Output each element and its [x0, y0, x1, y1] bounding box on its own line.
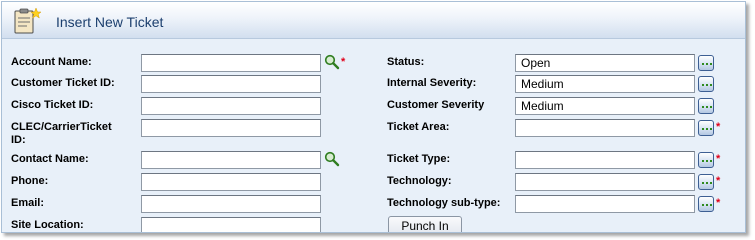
ticket-type-required-marker: *	[716, 153, 721, 165]
panel-title: Insert New Ticket	[56, 14, 164, 30]
ticket-area-label: Ticket Area:	[387, 121, 450, 133]
technology-label: Technology:	[387, 175, 452, 187]
customer-ticket-id-label: Customer Ticket ID:	[11, 77, 115, 89]
ticket-area-required-marker: *	[716, 121, 721, 133]
clipboard-new-icon	[14, 7, 41, 34]
internal-severity-picker-button[interactable]	[698, 76, 714, 92]
customer-severity-picker-button[interactable]	[698, 98, 714, 114]
clec-ticket-id-label-line2: ID:	[11, 134, 26, 146]
contact-name-label: Contact Name:	[11, 153, 89, 165]
technology-subtype-required-marker: *	[716, 197, 721, 209]
site-location-label: Site Location:	[11, 219, 84, 231]
contact-name-input[interactable]	[141, 151, 321, 169]
customer-severity-label: Customer Severity	[387, 99, 485, 111]
phone-label: Phone:	[11, 175, 49, 187]
ticket-area-picker-button[interactable]	[698, 120, 714, 136]
technology-picker-button[interactable]	[698, 174, 714, 190]
phone-input[interactable]	[141, 173, 321, 191]
customer-severity-field[interactable]: Medium	[515, 97, 695, 115]
site-location-input[interactable]	[141, 217, 321, 232]
status-label: Status:	[387, 56, 425, 68]
internal-severity-field[interactable]: Medium	[515, 75, 695, 93]
ticket-type-picker-button[interactable]	[698, 152, 714, 168]
contact-lookup-icon[interactable]	[324, 151, 340, 167]
ticket-type-field[interactable]	[515, 151, 695, 169]
status-picker-button[interactable]	[698, 55, 714, 71]
cisco-ticket-id-label: Cisco Ticket ID:	[11, 99, 94, 111]
technology-subtype-picker-button[interactable]	[698, 196, 714, 212]
internal-severity-label: Internal Severity:	[387, 77, 477, 89]
email-label: Email:	[11, 197, 45, 209]
ticket-type-label: Ticket Type:	[387, 153, 451, 165]
status-field[interactable]: Open	[515, 54, 695, 72]
account-name-input[interactable]	[141, 54, 321, 72]
technology-required-marker: *	[716, 175, 721, 187]
account-required-marker: *	[341, 56, 346, 68]
technology-subtype-label: Technology sub-type:	[387, 197, 501, 209]
punch-in-button[interactable]: Punch In	[388, 216, 462, 232]
technology-subtype-field[interactable]	[515, 195, 695, 213]
account-lookup-icon[interactable]	[324, 54, 340, 70]
panel-header: Insert New Ticket	[2, 2, 745, 39]
account-name-label: Account Name:	[11, 56, 92, 68]
clec-ticket-id-label-line1: CLEC/CarrierTicket	[11, 121, 112, 133]
email-input[interactable]	[141, 195, 321, 213]
technology-field[interactable]	[515, 173, 695, 191]
cisco-ticket-id-input[interactable]	[141, 97, 321, 115]
insert-ticket-panel: Insert New Ticket Account Name: * Custom…	[1, 1, 746, 233]
ticket-area-field[interactable]	[515, 119, 695, 137]
clec-ticket-id-input[interactable]	[141, 119, 321, 137]
customer-ticket-id-input[interactable]	[141, 75, 321, 93]
